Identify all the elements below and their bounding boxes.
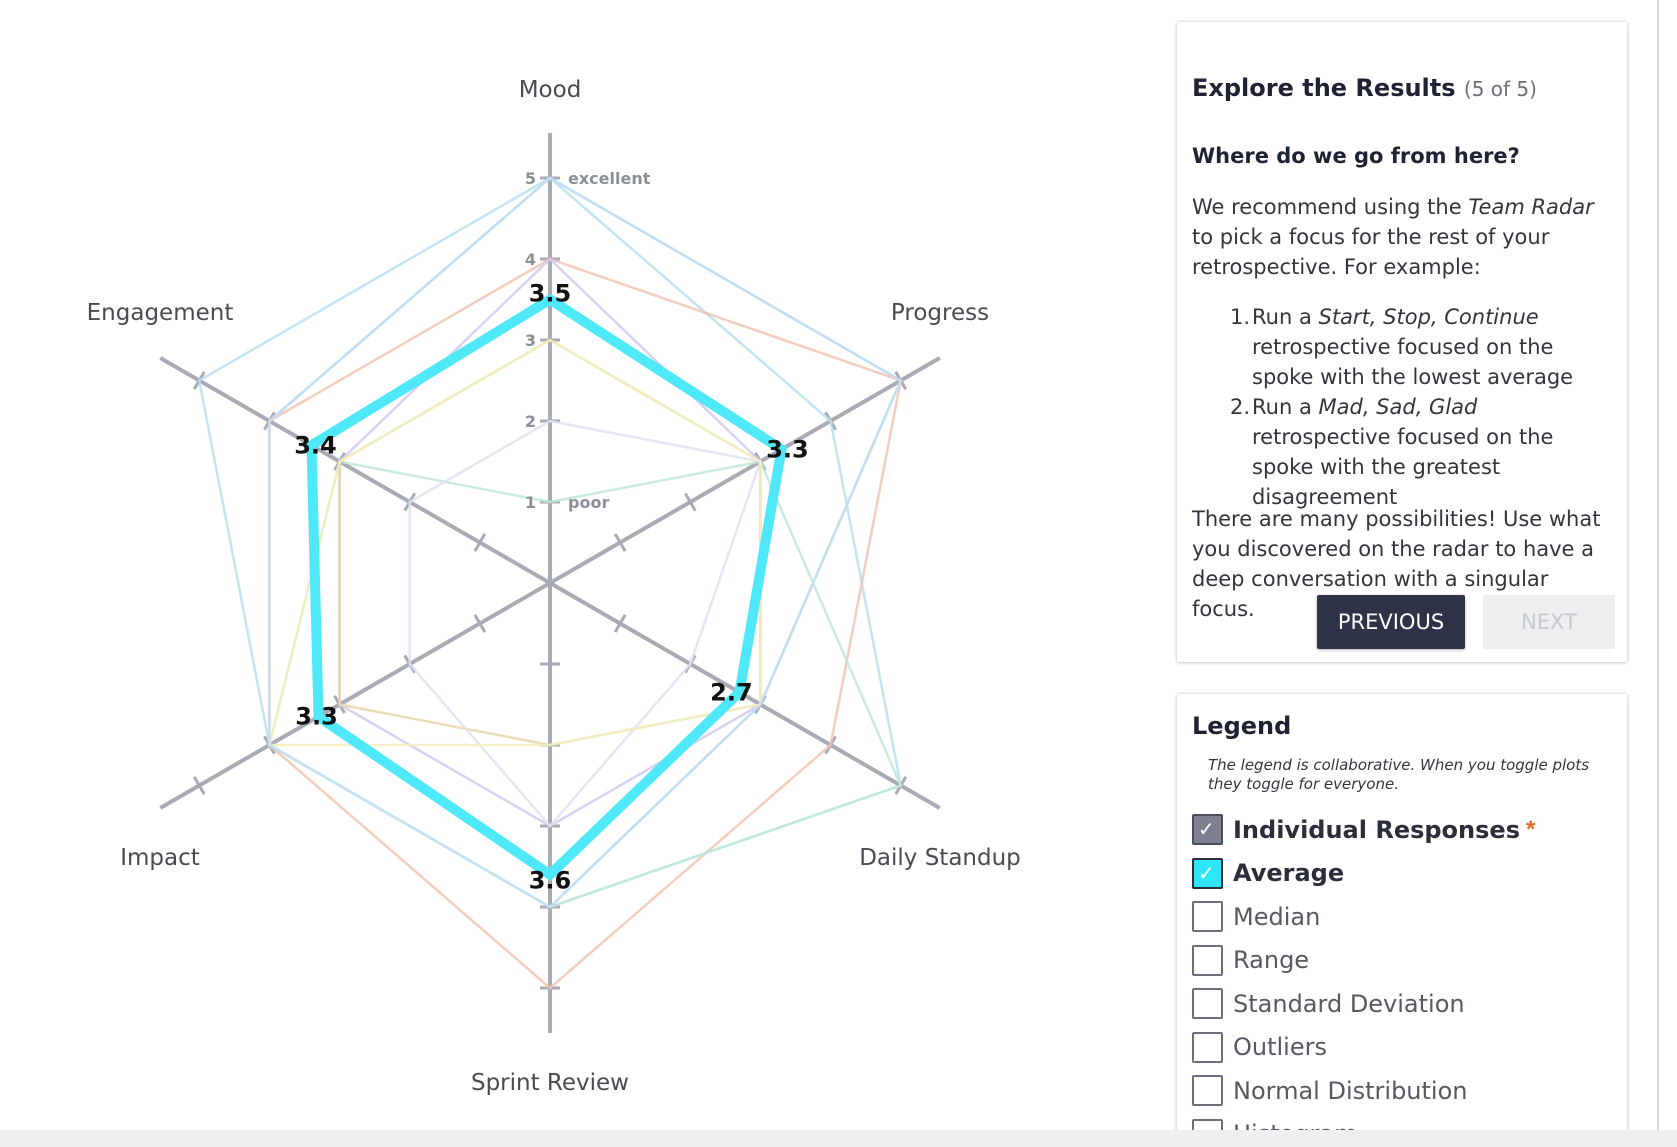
individual-response-polygon [267, 338, 762, 747]
legend-label: Average [1233, 859, 1345, 888]
step-counter: (5 of 5) [1463, 77, 1537, 101]
checkbox-average[interactable]: ✓ [1192, 857, 1223, 889]
legend-note: The legend is collaborative. When you to… [1208, 756, 1590, 793]
individual-response-polygon [268, 176, 903, 909]
recommendation-paragraph: We recommend using the Team Radar to pic… [1192, 192, 1612, 282]
team-radar-chart: 1 poor 2 3 4 5 excellent Mood Progress Daily Stan… [0, 0, 1160, 1130]
checkbox-individual-responses[interactable]: ✓ [1192, 814, 1223, 846]
legend-label: Normal Distribution [1233, 1076, 1468, 1105]
step-text-b: retrospective focused on the spoke with … [1252, 335, 1574, 389]
axis-label-daily-standup: Daily Standup [859, 845, 1021, 871]
page-scrollbar[interactable] [1657, 0, 1659, 1130]
step-item: 1. Run a Start, Stop, Continue retrospec… [1192, 302, 1612, 392]
axis-spoke [159, 581, 552, 810]
individual-response-polygon [408, 419, 763, 828]
para1-emphasis: Team Radar [1468, 195, 1594, 219]
legend-item-median[interactable]: Median [1192, 895, 1535, 939]
next-button[interactable]: NEXT [1483, 595, 1615, 649]
previous-button[interactable]: PREVIOUS [1317, 595, 1465, 649]
tick-number-label: 5 [525, 169, 536, 188]
explore-results-panel: Explore the Results (5 of 5) Where do we… [1177, 22, 1627, 662]
axis-label-mood: Mood [519, 77, 582, 103]
step-text-b: retrospective focused on the spoke with … [1252, 425, 1554, 509]
step-emphasis: Mad, Sad, Glad [1318, 395, 1478, 419]
explore-subhead: Where do we go from here? [1192, 144, 1520, 168]
legend-label: Individual Responses [1233, 815, 1520, 844]
average-value-label: 3.4 [294, 431, 337, 459]
individual-response-polygon [268, 257, 903, 990]
check-icon: ✓ [1198, 862, 1215, 885]
average-value-label: 3.3 [295, 703, 338, 731]
para1-text-b: to pick a focus for the rest of your ret… [1192, 225, 1550, 279]
explore-title: Explore the Results (5 of 5) [1192, 74, 1537, 102]
axis-spoke [159, 356, 552, 585]
legend-label: Range [1233, 946, 1310, 975]
tick-number-label: 4 [525, 250, 536, 269]
axis-spoke [548, 356, 941, 585]
average-value-label: 3.6 [529, 867, 572, 895]
required-star-icon: * [1525, 815, 1536, 843]
legend-item-outliers[interactable]: Outliers [1192, 1026, 1535, 1070]
step-emphasis: Start, Stop, Continue [1318, 305, 1539, 329]
checkbox-outliers[interactable] [1192, 1031, 1223, 1063]
individual-response-polygon [268, 176, 903, 909]
legend-items: ✓ Individual Responses * ✓ Average Median… [1192, 808, 1535, 1147]
checkbox-standard-deviation[interactable] [1192, 988, 1223, 1020]
step-number: 1. [1230, 305, 1251, 329]
legend-item-normal-distribution[interactable]: Normal Distribution [1192, 1069, 1535, 1113]
tick-number-label: 3 [525, 331, 536, 350]
legend-item-average[interactable]: ✓ Average [1192, 852, 1535, 896]
legend-item-standard-deviation[interactable]: Standard Deviation [1192, 982, 1535, 1026]
explore-title-text: Explore the Results [1192, 74, 1456, 102]
tick-word-label: excellent [568, 169, 651, 188]
legend-item-individual-responses[interactable]: ✓ Individual Responses * [1192, 808, 1535, 852]
axis-label-progress: Progress [891, 300, 989, 326]
checkbox-median[interactable] [1192, 901, 1223, 933]
average-value-label: 3.3 [766, 435, 809, 463]
legend-label: Median [1233, 902, 1321, 931]
legend-label: Outliers [1233, 1033, 1327, 1062]
legend-title: Legend [1192, 712, 1292, 740]
checkbox-normal-distribution[interactable] [1192, 1075, 1223, 1107]
checkbox-range[interactable] [1192, 944, 1223, 976]
average-value-label: 3.5 [529, 280, 572, 308]
tick-number-label: 2 [525, 412, 536, 431]
axis-label-impact: Impact [120, 845, 200, 871]
step-number: 2. [1230, 395, 1251, 419]
axis-label-engagement: Engagement [87, 300, 234, 326]
average-value-label: 2.7 [710, 678, 753, 706]
para1-text-a: We recommend using the [1192, 195, 1469, 219]
step-text-a: Run a [1252, 395, 1319, 419]
steps-list: 1. Run a Start, Stop, Continue retrospec… [1192, 302, 1612, 512]
legend-panel: Legend The legend is collaborative. When… [1177, 694, 1627, 1147]
axis-label-sprint-review: Sprint Review [471, 1070, 629, 1096]
check-icon: ✓ [1198, 819, 1215, 842]
legend-item-range[interactable]: Range [1192, 939, 1535, 983]
bottom-scroll-track [0, 1130, 1677, 1147]
radar-svg: 1 poor 2 3 4 5 excellent Mood Progress Daily Stan… [87, 77, 1021, 1096]
tick-number-label: 1 [525, 493, 536, 512]
legend-label: Standard Deviation [1233, 989, 1465, 1018]
tick-word-label: poor [568, 493, 609, 512]
step-text-a: Run a [1252, 305, 1319, 329]
step-item: 2. Run a Mad, Sad, Glad retrospective fo… [1192, 392, 1612, 512]
